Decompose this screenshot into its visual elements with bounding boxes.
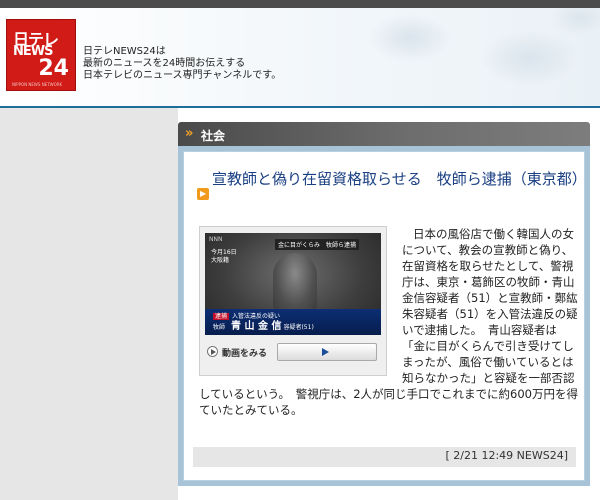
video-top-caption: 金に目がくらみ 牧師ら逮捕	[275, 239, 360, 250]
tagline-line: 日本テレビのニュース専門チャンネルです。	[83, 70, 282, 81]
article-body-line: まったが、風俗で働いているとは	[402, 355, 574, 369]
article-body-line: 「金に目がくらんで引き受けてし	[402, 339, 574, 353]
video-thumbnail[interactable]: NNN 金に目がくらみ 牧師ら逮捕 今月16日 大阪籍 逮捕 入管法違反の疑い 牧…	[205, 233, 381, 335]
video-date: 今月16日	[211, 249, 237, 256]
tagline-line: 日テレNEWS24は	[83, 46, 166, 57]
article-body-line: 在留資格を取らせたとして、警視	[402, 259, 574, 273]
article-body-line: ていたとみている。	[199, 403, 303, 417]
video-person-silhouette	[273, 253, 317, 311]
article-body-line: 朱容疑者（51）を入管法違反の疑	[402, 307, 578, 321]
article-body-line: しているという。 警視庁は、2人が同じ手口でこれまでに約600万円を得	[199, 387, 578, 401]
logo-network-text: NIPPON NEWS NETWORK	[12, 82, 63, 87]
headline-bullet-icon: ▶	[197, 188, 209, 200]
video-caption-person: 青 山 金 信	[231, 321, 282, 332]
section-title: 社会	[201, 129, 226, 143]
video-controls: 動画をみる	[205, 341, 381, 365]
watch-video-label[interactable]: 動画をみる	[222, 346, 267, 359]
article-body-line: について、教会の宣教師と偽り、	[402, 243, 574, 257]
left-sidebar	[0, 108, 178, 500]
video-caption-name: 牧師青 山 金 信容疑者(51)	[213, 317, 314, 332]
article-body-line: 日本の風俗店で働く韓国人の女	[413, 227, 574, 241]
article-body-line: 金信容疑者（51）と宣教師・鄭紘	[402, 291, 578, 305]
article-body-line: 知らなかった」と容疑を一部否認	[402, 371, 575, 385]
article-body-line: いで逮捕した。 青山容疑者は	[402, 323, 557, 337]
article-timestamp: [ 2/21 12:49 NEWS24]	[445, 449, 568, 462]
video-play-icon	[207, 346, 218, 357]
logo-text-3: 24	[38, 56, 69, 81]
video-date-caption: 今月16日 大阪籍	[211, 249, 237, 265]
video-caption-suffix: 容疑者(51)	[283, 324, 314, 331]
chevron-right-icon: »	[185, 126, 194, 141]
tagline-line: 最新のニュースを24時間お伝えする	[83, 58, 246, 69]
top-bar	[0, 0, 600, 8]
section-header: » 社会	[178, 122, 590, 146]
ntv-news24-logo[interactable]: 日テレ NEWS 24 NIPPON NEWS NETWORK	[6, 19, 76, 91]
world-map-background	[330, 8, 600, 108]
video-caption-role: 牧師	[213, 324, 226, 331]
video-player[interactable]: NNN 金に目がくらみ 牧師ら逮捕 今月16日 大阪籍 逮捕 入管法違反の疑い 牧…	[199, 226, 387, 376]
article-card: ▶ 宣教師と偽り在留資格取らせる 牧師ら逮捕（東京都） NNN 金に目がくらみ …	[183, 151, 585, 481]
article-body-line: 庁は、東京・葛飾区の牧師・青山	[402, 275, 575, 289]
article-frame: ▶ 宣教師と偽り在留資格取らせる 牧師ら逮捕（東京都） NNN 金に目がくらみ …	[178, 146, 590, 486]
video-network-logo: NNN	[209, 236, 223, 243]
article-footer: [ 2/21 12:49 NEWS24]	[193, 447, 576, 467]
video-location: 大阪籍	[211, 257, 230, 264]
play-icon	[322, 348, 329, 356]
site-tagline: 日テレNEWS24は 最新のニュースを24時間お伝えする 日本テレビのニュース専…	[83, 46, 281, 82]
site-header: 日テレ NEWS 24 NIPPON NEWS NETWORK 日テレNEWS2…	[0, 8, 600, 108]
article-headline: 宣教師と偽り在留資格取らせる 牧師ら逮捕（東京都）	[212, 170, 585, 188]
play-button[interactable]	[277, 343, 377, 361]
